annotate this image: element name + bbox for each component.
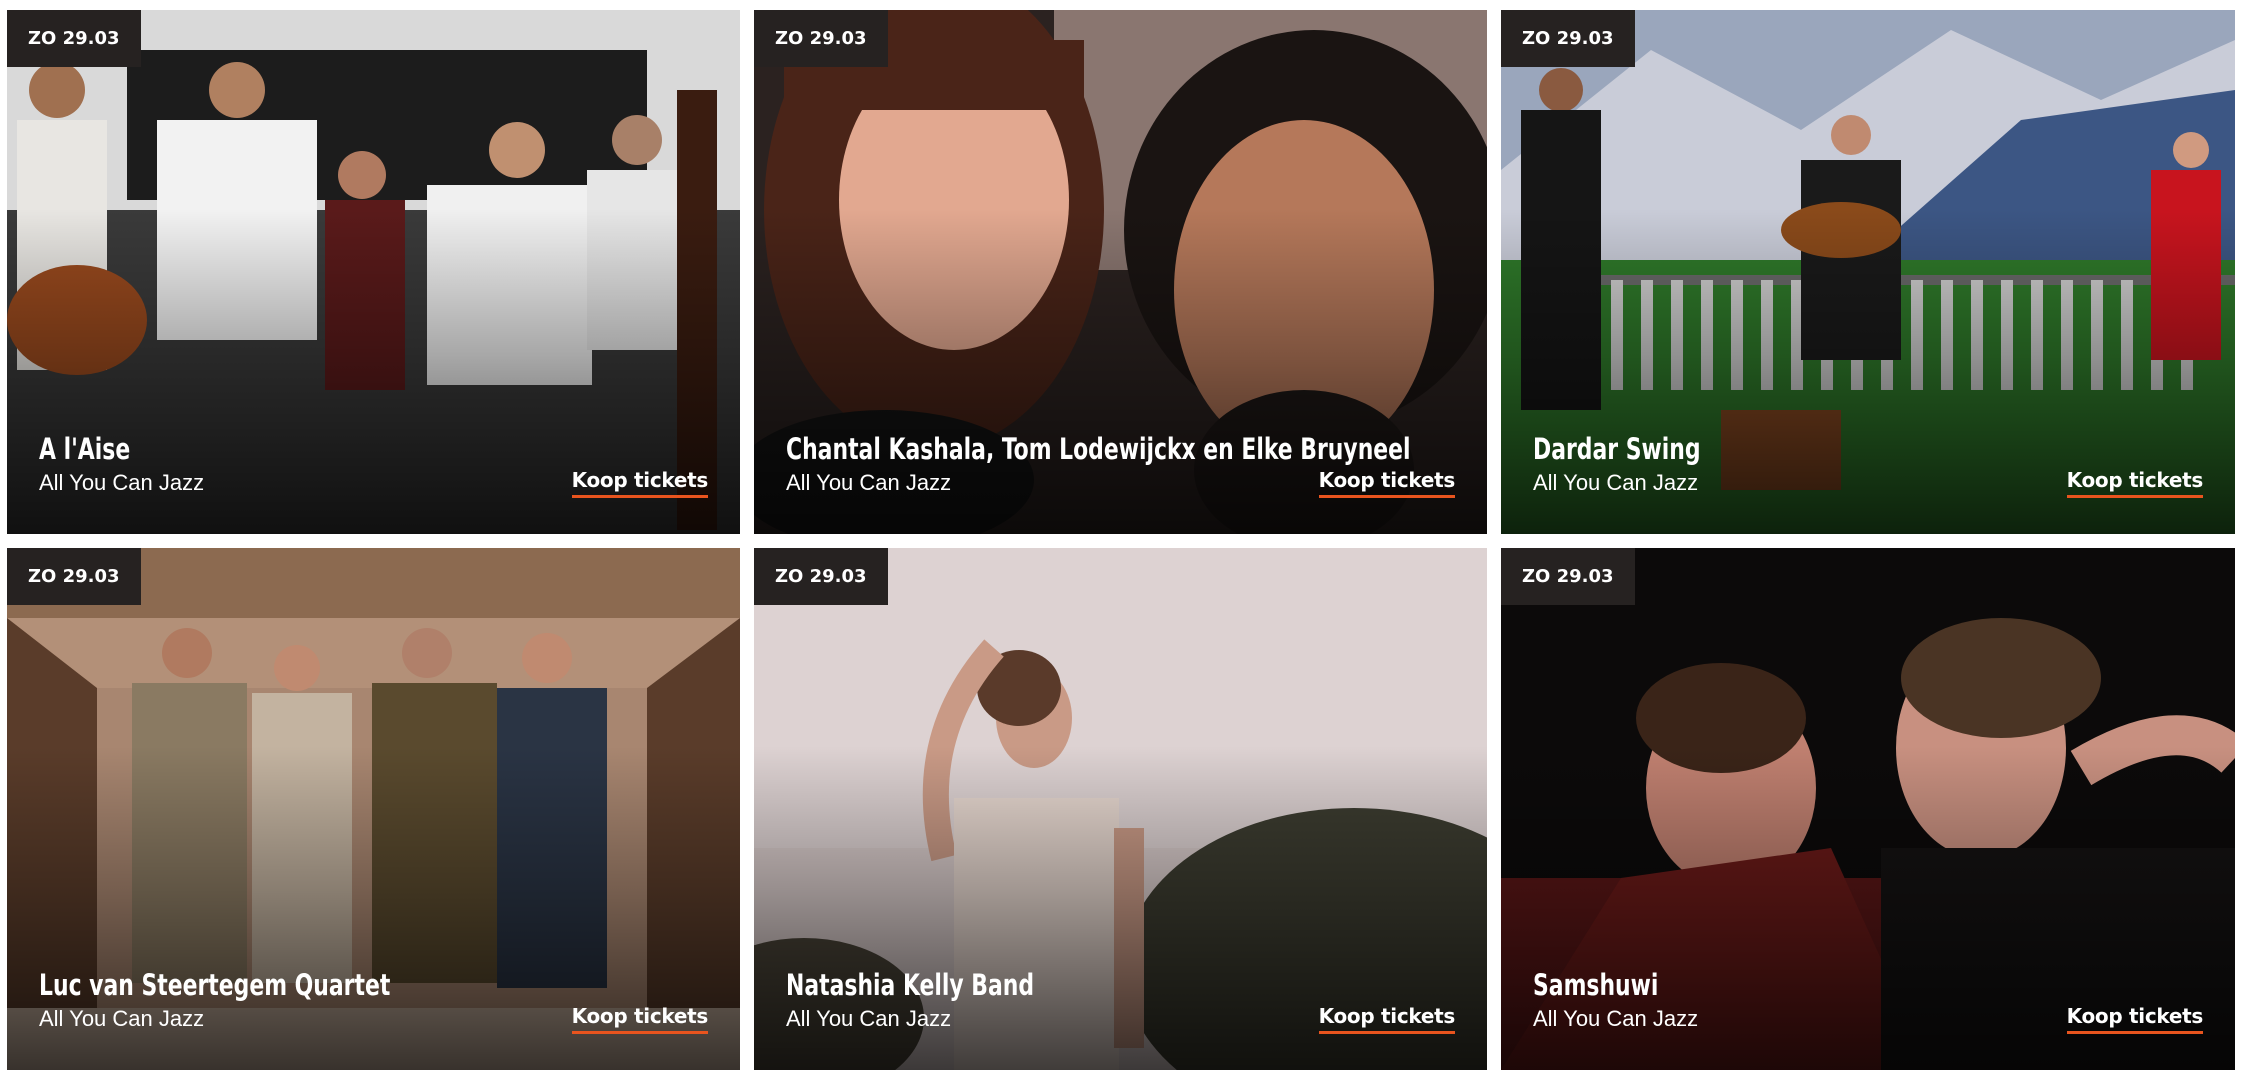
buy-tickets-link[interactable]: Koop tickets	[571, 468, 708, 498]
date-badge: ZO 29.03	[754, 548, 888, 605]
buy-tickets-link[interactable]: Koop tickets	[571, 1004, 708, 1034]
event-card[interactable]: ZO 29.03 Chantal Kashala, Tom Lodewijckx…	[754, 10, 1487, 534]
event-card[interactable]: ZO 29.03 Luc van Steertegem Quartet All …	[7, 548, 740, 1070]
date-badge: ZO 29.03	[1501, 10, 1635, 67]
buy-tickets-link[interactable]: Koop tickets	[2066, 468, 2203, 498]
event-series: All You Can Jazz	[1533, 1006, 1699, 1031]
event-card[interactable]: ZO 29.03 A l'Aise All You Can Jazz Koop …	[7, 10, 740, 534]
event-title[interactable]: Chantal Kashala, Tom Lodewijckx en Elke …	[786, 431, 1487, 467]
event-card[interactable]: ZO 29.03 Dardar Swing All You Can Jazz K…	[1501, 10, 2235, 534]
event-card[interactable]: ZO 29.03 Natashia Kelly Band All You Can…	[754, 548, 1487, 1070]
event-title[interactable]: Luc van Steertegem Quartet	[39, 967, 740, 1003]
event-series: All You Can Jazz	[786, 470, 952, 495]
event-title[interactable]: Dardar Swing	[1533, 431, 2235, 467]
date-badge: ZO 29.03	[7, 10, 141, 67]
event-series: All You Can Jazz	[39, 1006, 205, 1031]
event-series: All You Can Jazz	[39, 470, 205, 495]
event-series: All You Can Jazz	[786, 1006, 952, 1031]
event-series: All You Can Jazz	[1533, 470, 1699, 495]
buy-tickets-link[interactable]: Koop tickets	[2066, 1004, 2203, 1034]
date-badge: ZO 29.03	[754, 10, 888, 67]
buy-tickets-link[interactable]: Koop tickets	[1318, 1004, 1455, 1034]
date-badge: ZO 29.03	[7, 548, 141, 605]
buy-tickets-link[interactable]: Koop tickets	[1318, 468, 1455, 498]
event-title[interactable]: Samshuwi	[1533, 967, 2235, 1003]
event-card[interactable]: ZO 29.03 Samshuwi All You Can Jazz Koop …	[1501, 548, 2235, 1070]
event-title[interactable]: Natashia Kelly Band	[786, 967, 1487, 1003]
event-title[interactable]: A l'Aise	[39, 431, 740, 467]
event-grid: ZO 29.03 A l'Aise All You Can Jazz Koop …	[7, 10, 2235, 1070]
date-badge: ZO 29.03	[1501, 548, 1635, 605]
